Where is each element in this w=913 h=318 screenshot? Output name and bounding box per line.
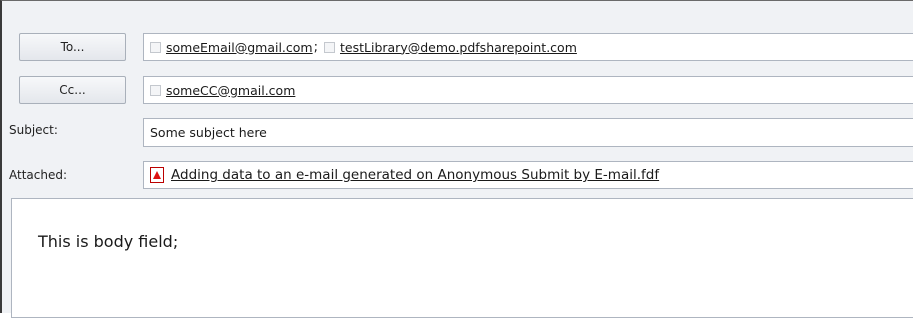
- message-body[interactable]: This is body field;: [11, 198, 913, 318]
- subject-label: Subject:: [9, 123, 58, 137]
- subject-value: Some subject here: [150, 125, 267, 140]
- cc-field[interactable]: someCC@gmail.com: [143, 76, 913, 104]
- recipient-address[interactable]: someCC@gmail.com: [166, 83, 295, 98]
- to-button[interactable]: To...: [19, 33, 126, 61]
- cc-recipient[interactable]: someCC@gmail.com: [150, 83, 295, 98]
- recipient-checkbox-icon: [324, 41, 335, 53]
- recipient-address[interactable]: someEmail@gmail.com: [166, 40, 313, 55]
- email-compose-window: To... someEmail@gmail.com ; testLibrary@…: [0, 0, 913, 318]
- recipient-separator: ;: [313, 39, 318, 55]
- body-text: This is body field;: [38, 232, 179, 251]
- cc-button[interactable]: Cc...: [19, 76, 126, 104]
- to-recipient[interactable]: testLibrary@demo.pdfsharepoint.com: [324, 40, 577, 55]
- recipient-address[interactable]: testLibrary@demo.pdfsharepoint.com: [340, 40, 577, 55]
- attachment-field[interactable]: Adding data to an e-mail generated on An…: [143, 161, 913, 189]
- attachment-link[interactable]: Adding data to an e-mail generated on An…: [171, 167, 659, 183]
- to-field[interactable]: someEmail@gmail.com ; testLibrary@demo.p…: [143, 33, 913, 61]
- subject-input[interactable]: Some subject here: [143, 118, 913, 147]
- recipient-checkbox-icon: [150, 84, 161, 96]
- to-recipient[interactable]: someEmail@gmail.com: [150, 40, 313, 55]
- attached-label: Attached:: [9, 168, 68, 182]
- pdf-file-icon: [150, 167, 164, 183]
- recipient-checkbox-icon: [150, 41, 161, 53]
